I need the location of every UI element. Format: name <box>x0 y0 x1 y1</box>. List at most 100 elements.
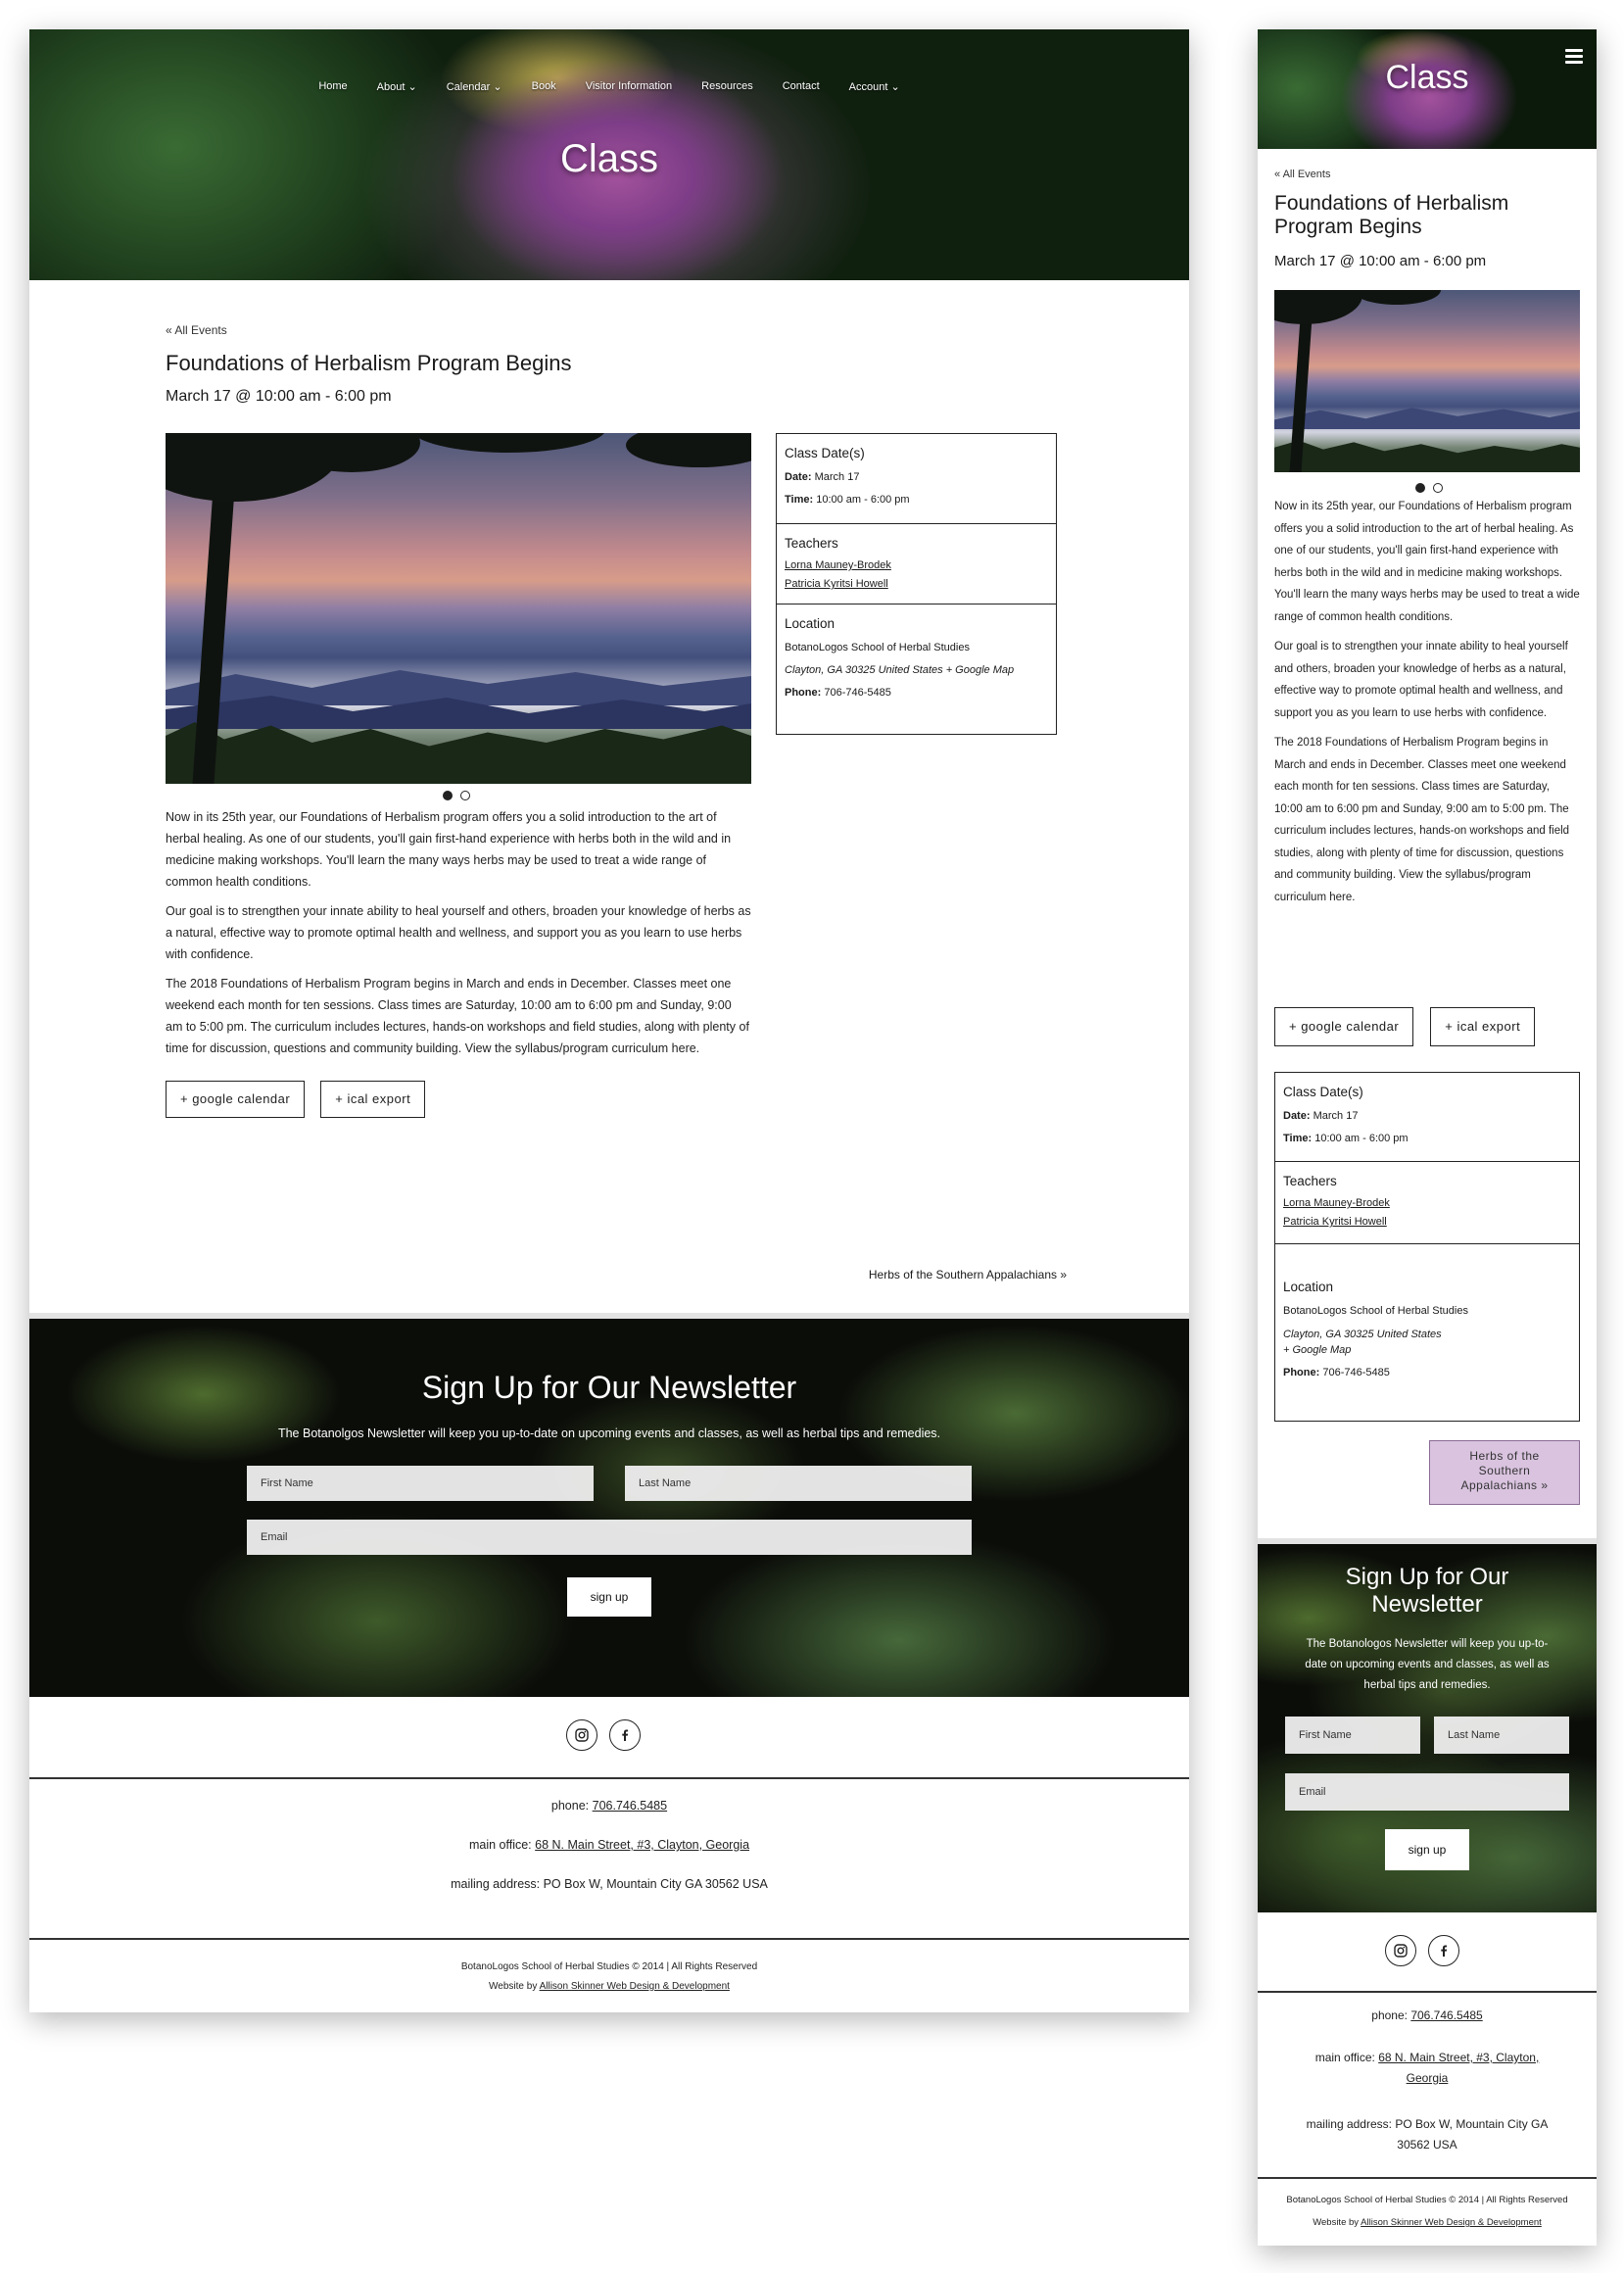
paragraph: Our goal is to strengthen your innate ab… <box>166 904 751 961</box>
nav-about[interactable]: About ⌄ <box>377 80 417 93</box>
paragraph: Our goal is to strengthen your innate ab… <box>1274 641 1568 719</box>
desktop-view: Home About ⌄ Calendar ⌄ Book Visitor Inf… <box>29 29 1189 2012</box>
phone-link[interactable]: 706.746.5485 <box>593 1799 667 1813</box>
meta-heading: Teachers <box>785 536 838 551</box>
nav-resources[interactable]: Resources <box>701 80 753 93</box>
footer-divider <box>1258 1991 1597 1993</box>
description-line: herbal tips and remedies. <box>1363 1679 1491 1691</box>
event-meta-box: Class Date(s) Date: March 17 Time: 10:00… <box>776 433 1057 735</box>
office-link[interactable]: Georgia <box>1258 2068 1597 2089</box>
nav-home[interactable]: Home <box>318 80 347 93</box>
event-meta-box: Class Date(s) Date: March 17 Time: 10:00… <box>1274 1072 1580 1422</box>
google-calendar-button[interactable]: + google calendar <box>166 1081 306 1118</box>
event-photo <box>166 433 751 784</box>
slider-dot-1[interactable] <box>443 791 453 800</box>
google-map-link[interactable]: + Google Map <box>946 664 1014 676</box>
nav-about-label: About <box>376 81 406 93</box>
chevron-down-icon: ⌄ <box>493 81 502 93</box>
nav-calendar[interactable]: Calendar ⌄ <box>447 80 502 93</box>
footer-mailing: mailing address: PO Box W, Mountain City… <box>451 1877 768 1891</box>
meta-heading: Location <box>1283 1280 1334 1294</box>
newsletter-section: Sign Up for Our Newsletter The Botanolog… <box>1258 1544 1597 1912</box>
time-label: Time: <box>785 494 814 506</box>
first-name-input[interactable] <box>1285 1717 1420 1754</box>
teacher-link[interactable]: Lorna Mauney-Brodek <box>785 556 1048 575</box>
menu-icon[interactable] <box>1565 49 1583 67</box>
nav-calendar-label: Calendar <box>446 81 491 93</box>
last-name-input[interactable] <box>1434 1717 1569 1754</box>
teacher-link[interactable]: Patricia Kyritsi Howell <box>785 575 1048 594</box>
facebook-icon[interactable] <box>609 1719 641 1751</box>
last-name-input[interactable] <box>625 1466 972 1501</box>
credit-link[interactable]: Allison Skinner Web Design & Development <box>1361 2217 1542 2228</box>
instagram-icon[interactable] <box>566 1719 597 1751</box>
nav-book[interactable]: Book <box>532 80 556 93</box>
email-input[interactable] <box>1285 1773 1569 1811</box>
phone-value: 706-746-5485 <box>824 687 891 699</box>
meta-heading: Teachers <box>1283 1174 1337 1188</box>
facebook-icon[interactable] <box>1428 1935 1459 1966</box>
email-input[interactable] <box>247 1520 972 1555</box>
all-events-link[interactable]: « All Events <box>1274 169 1580 180</box>
footer-office: main office: 68 N. Main Street, #3, Clay… <box>29 1838 1189 1852</box>
sign-up-button[interactable]: sign up <box>1385 1829 1469 1870</box>
google-calendar-button[interactable]: + google calendar <box>1274 1007 1414 1046</box>
social-links <box>566 1719 641 1751</box>
sign-up-button[interactable]: sign up <box>567 1577 651 1617</box>
phone-row: Phone: 706-746-5485 <box>1283 1362 1571 1384</box>
nav-contact[interactable]: Contact <box>783 80 820 93</box>
paragraph: The 2018 Foundations of Herbalism Progra… <box>1274 737 1570 903</box>
ical-export-button[interactable]: + ical export <box>320 1081 426 1118</box>
location-section: Location BotanoLogos School of Herbal St… <box>1275 1244 1579 1421</box>
slider-dot-1[interactable] <box>1415 483 1425 493</box>
newsletter-description: The Botanolgos Newsletter will keep you … <box>277 1427 941 1440</box>
event-photo <box>1274 290 1580 472</box>
time-value: 10:00 am - 6:00 pm <box>816 494 910 506</box>
teacher-link[interactable]: Patricia Kyritsi Howell <box>1283 1213 1571 1232</box>
date-value: March 17 <box>1313 1110 1359 1122</box>
meta-heading: Location <box>785 616 836 631</box>
event-title: Foundations of Herbalism Program Begins <box>1274 192 1580 239</box>
chevron-down-icon: ⌄ <box>407 81 417 93</box>
venue-address: Clayton, GA 30325 United States + Google… <box>1283 1327 1571 1358</box>
footer-divider <box>29 1938 1189 1940</box>
slider-dots <box>1415 483 1443 493</box>
instagram-icon[interactable] <box>1385 1935 1416 1966</box>
teacher-link[interactable]: Lorna Mauney-Brodek <box>1283 1194 1571 1213</box>
footer-phone: phone: 706.746.5485 <box>1258 2008 1597 2022</box>
all-events-link[interactable]: « All Events <box>166 323 1067 337</box>
nav-visitor-information[interactable]: Visitor Information <box>586 80 672 93</box>
meta-heading: Class Date(s) <box>785 446 865 460</box>
phone-link[interactable]: 706.746.5485 <box>1410 2008 1482 2022</box>
next-event-line: Appalachians » <box>1460 1478 1549 1492</box>
office-label: main office: <box>468 1838 532 1852</box>
chevron-down-icon: ⌄ <box>890 81 900 93</box>
hero-banner: Home About ⌄ Calendar ⌄ Book Visitor Inf… <box>29 29 1189 280</box>
footer-divider <box>1258 2177 1597 2179</box>
google-map-link[interactable]: + Google Map <box>1283 1342 1571 1358</box>
slider-dot-2[interactable] <box>1433 483 1443 493</box>
class-dates-section: Class Date(s) Date: March 17 Time: 10:00… <box>777 434 1056 524</box>
next-event-button[interactable]: Herbs of the Southern Appalachians » <box>1429 1440 1580 1505</box>
venue-name: BotanoLogos School of Herbal Studies <box>785 642 970 653</box>
newsletter-description: The Botanologos Newsletter will keep you… <box>1258 1634 1597 1696</box>
office-link[interactable]: 68 N. Main Street, #3, Clayton, Georgia <box>535 1838 749 1852</box>
address-text: Clayton, GA 30325 United States <box>1283 1329 1442 1340</box>
time-label: Time: <box>1283 1133 1313 1144</box>
title-line: Newsletter <box>1371 1591 1483 1618</box>
credit-link[interactable]: Allison Skinner Web Design & Development <box>540 1981 730 1992</box>
phone-row: Phone: 706-746-5485 <box>785 682 1048 704</box>
venue-name: BotanoLogos School of Herbal Studies <box>1283 1305 1468 1317</box>
venue-address: Clayton, GA 30325 United States + Google… <box>785 659 1048 682</box>
next-event-link[interactable]: Herbs of the Southern Appalachians » <box>869 1268 1067 1282</box>
credit-prefix: Website by <box>1313 2217 1360 2228</box>
address-text: Clayton, GA 30325 United States <box>785 664 943 676</box>
office-link[interactable]: 68 N. Main Street, #3, Clayton, <box>1378 2051 1539 2064</box>
footer-mailing: mailing address: PO Box W, Mountain City… <box>1258 2114 1597 2155</box>
first-name-input[interactable] <box>247 1466 594 1501</box>
office-label: main office: <box>1314 2051 1375 2064</box>
slider-dot-2[interactable] <box>460 791 470 800</box>
meta-heading: Class Date(s) <box>1283 1085 1363 1099</box>
ical-export-button[interactable]: + ical export <box>1430 1007 1536 1046</box>
nav-account[interactable]: Account ⌄ <box>849 80 900 93</box>
